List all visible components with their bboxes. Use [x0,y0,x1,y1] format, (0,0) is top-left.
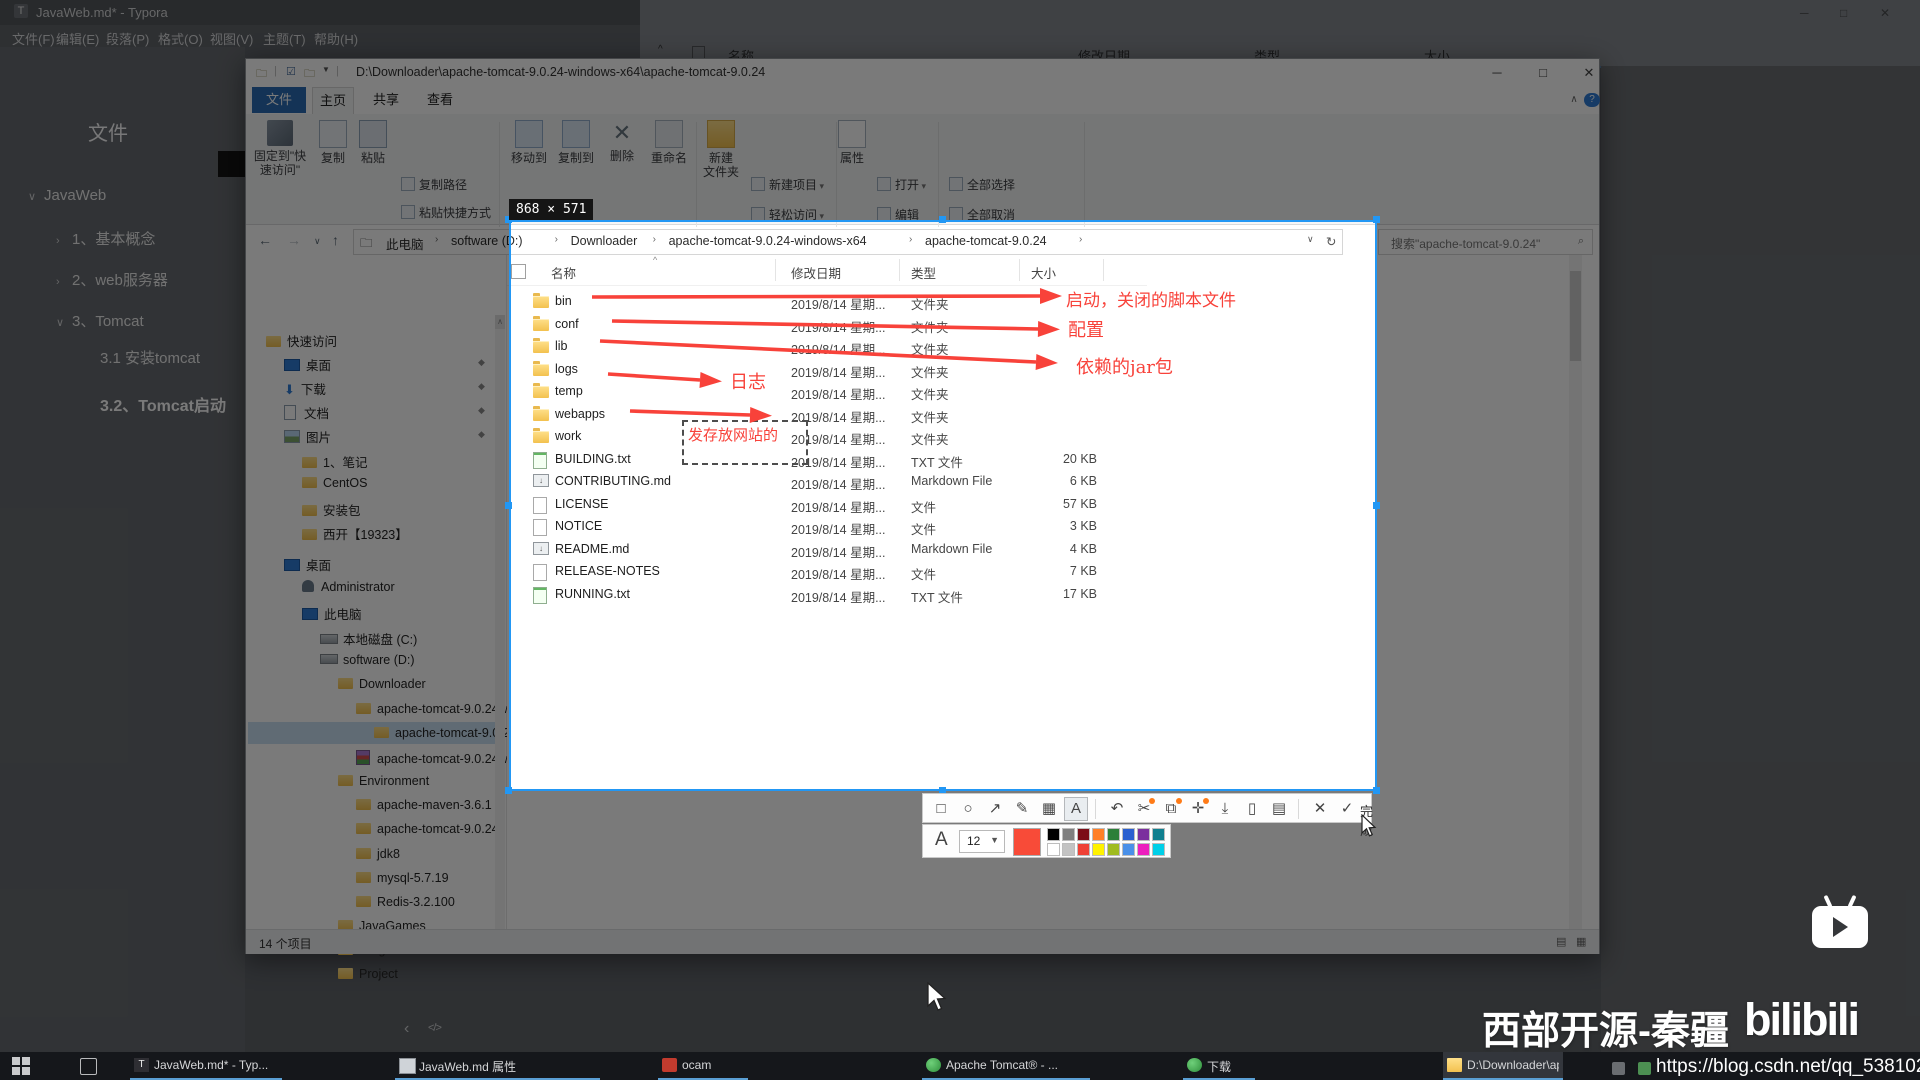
toolbar-separator [1298,799,1299,819]
cut-button[interactable]: ✂ [1132,797,1156,821]
task-view-button[interactable] [80,1058,97,1075]
arrow-tool[interactable]: ↗ [983,797,1007,821]
snip-toolbar: □○↗✎▦A↶✂⧉✛⤓▯▤✕✓完成 [922,793,1372,823]
taskbar-button-folder[interactable]: D:\Downloader\apa... [1443,1052,1563,1080]
taskbar-button-label: 下载 [1207,1058,1251,1075]
snip-text-options: A 12 ▼ [922,824,1171,858]
notification-dot [1176,798,1182,804]
folder-taskbar-icon [1447,1058,1462,1072]
palette-color-#0f7f8f[interactable] [1152,828,1165,841]
selection-handle[interactable] [1373,502,1380,509]
toolbar-separator [1095,799,1096,819]
mouse-cursor [926,982,948,1012]
palette-color-#9fbb20[interactable] [1107,843,1120,856]
taskbar-button-tomcat[interactable]: Apache Tomcat® - ... [922,1052,1090,1080]
ocam-taskbar-icon [662,1058,677,1072]
tomcat-taskbar-icon [926,1058,941,1072]
selection-handle[interactable] [505,787,512,794]
csdn-url-watermark: https://blog.csdn.net/qq_53810245 [1656,1056,1920,1078]
recapture-button[interactable]: ⧉ [1159,797,1183,821]
notification-dot [1203,798,1209,804]
palette-color-#2c7f39[interactable] [1107,828,1120,841]
props-taskbar-icon [399,1058,416,1074]
palette-color-#ffffff[interactable] [1047,843,1060,856]
chevron-down-icon: ▼ [990,835,999,845]
palette-color-#c3c3c3[interactable] [1062,843,1075,856]
taskbar-button-download[interactable]: 下载 [1183,1052,1255,1080]
taskbar-button-label: JavaWeb.md* - Typ... [154,1058,278,1072]
annotation-text-5: 发存放网站的 [688,424,778,445]
taskbar: T JavaWeb.md* - Typ... JavaWeb.md 属性 ocam Ap… [0,1052,1920,1080]
taskbar-button-label: ocam [682,1058,744,1072]
undo-button[interactable]: ↶ [1105,797,1129,821]
dim-overlay-left [0,220,509,791]
bookmark-button[interactable]: ▤ [1267,797,1291,821]
taskbar-button-ocam[interactable]: ocam [658,1052,748,1080]
annotation-text-2: 配置 [1068,316,1104,342]
mosaic-tool[interactable]: ▦ [1037,797,1061,821]
palette-color-#ff7f27[interactable] [1092,828,1105,841]
tray-icon[interactable] [1612,1062,1625,1075]
notification-dot [1149,798,1155,804]
dim-overlay-top [0,0,1920,220]
palette-color-#7c0c16[interactable] [1077,828,1090,841]
ellipse-tool[interactable]: ○ [956,797,980,821]
font-size-value: 12 [967,834,980,848]
selection-handle[interactable] [505,502,512,509]
screen: T JavaWeb.md* - Typora 文件(F)编辑(E)段落(P)格式… [0,0,1920,1080]
brand-watermark: 西部开源-秦疆 [1482,1000,1729,1056]
palette-color-#000000[interactable] [1047,828,1060,841]
start-button[interactable] [12,1057,30,1075]
palette-color-#00cfe8[interactable] [1152,843,1165,856]
text-tool[interactable]: A [1064,797,1088,821]
taskbar-button-props[interactable]: JavaWeb.md 属性 [395,1052,600,1080]
done-check[interactable]: ✓ [1335,797,1359,821]
palette-color-#2a5fd0[interactable] [1122,828,1135,841]
selection-handle[interactable] [1373,216,1380,223]
palette-color-#ef4136[interactable] [1077,843,1090,856]
current-color-swatch[interactable] [1013,828,1041,856]
palette-color-#ec1fbe[interactable] [1137,843,1150,856]
taskbar-button-typora[interactable]: T JavaWeb.md* - Typ... [130,1052,282,1080]
typora-taskbar-icon: T [134,1058,149,1072]
capture-selection[interactable] [509,220,1377,791]
annotation-text-3: 依赖的jar包 [1076,353,1173,379]
mouse-cursor-secondary [1360,814,1377,838]
font-icon: A [935,829,948,851]
dim-overlay-right [1377,220,1920,791]
palette-color-#fff200[interactable] [1092,843,1105,856]
taskbar-button-label: JavaWeb.md 属性 [419,1058,596,1075]
pin-button[interactable]: ✛ [1186,797,1210,821]
download-taskbar-icon [1187,1058,1202,1072]
pen-tool[interactable]: ✎ [1010,797,1034,821]
rect-tool[interactable]: □ [929,797,953,821]
palette-color-#7b2f9e[interactable] [1137,828,1150,841]
taskbar-button-label: Apache Tomcat® - ... [946,1058,1086,1072]
cancel-button[interactable]: ✕ [1308,797,1332,821]
font-size-select[interactable]: 12 ▼ [959,830,1005,853]
device-button[interactable]: ▯ [1240,797,1264,821]
palette-color-#7f7f7f[interactable] [1062,828,1075,841]
tray-icon[interactable] [1638,1062,1651,1075]
annotation-text-1: 启动，关闭的脚本文件 [1066,286,1236,311]
save-button[interactable]: ⤓ [1213,797,1237,821]
selection-handle[interactable] [1373,787,1380,794]
selection-handle[interactable] [939,216,946,223]
annotation-text-4: 日志 [730,368,766,394]
palette-color-#4a90e8[interactable] [1122,843,1135,856]
bilibili-tv-icon [1812,906,1868,948]
selection-size-badge: 868 × 571 [509,199,593,220]
taskbar-button-label: D:\Downloader\apa... [1467,1058,1559,1072]
bilibili-wordmark: bilibili [1744,994,1858,1046]
